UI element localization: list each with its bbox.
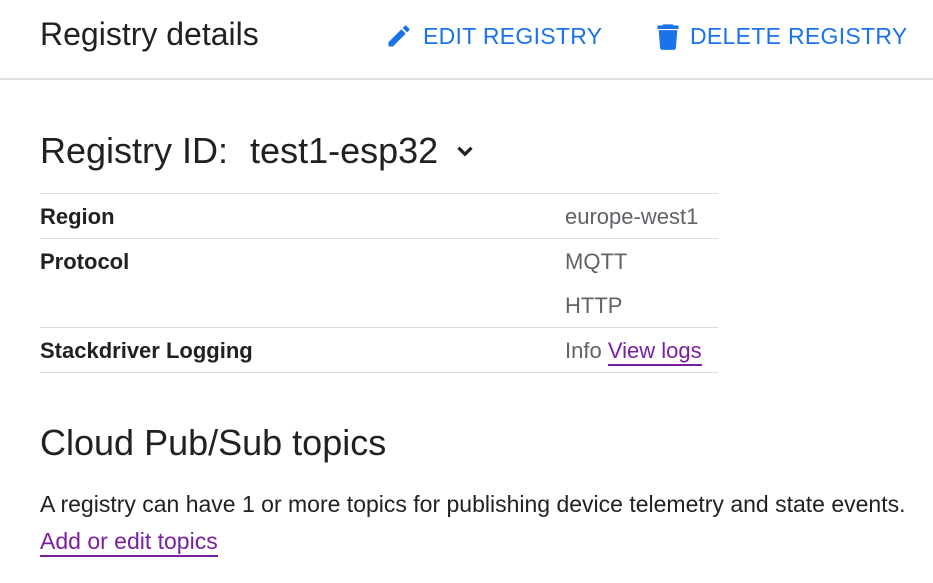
chevron-down-icon[interactable] — [452, 138, 478, 164]
pencil-icon — [385, 22, 413, 50]
table-row-protocol: Protocol MQTT HTTP — [40, 238, 718, 327]
registry-id-value: test1-esp32 — [250, 130, 439, 171]
region-label: Region — [40, 204, 115, 229]
edit-registry-button[interactable]: EDIT REGISTRY — [385, 18, 602, 54]
page-title: Registry details — [40, 16, 259, 52]
edit-registry-label: EDIT REGISTRY — [423, 22, 603, 49]
page-header: Registry details EDIT REGISTRY DELETE RE… — [0, 0, 933, 80]
pubsub-section-title: Cloud Pub/Sub topics — [40, 422, 387, 463]
add-edit-topics-link[interactable]: Add or edit topics — [40, 528, 218, 557]
registry-details-table: Region europe-west1 Protocol MQTT HTTP S… — [40, 193, 718, 373]
registry-details-page: Registry details EDIT REGISTRY DELETE RE… — [0, 0, 933, 583]
registry-id-heading: Registry ID: test1-esp32 — [40, 130, 478, 172]
delete-registry-button[interactable]: DELETE REGISTRY — [656, 18, 908, 54]
protocol-mqtt: MQTT — [565, 249, 628, 274]
logging-value: Info View logs — [565, 328, 718, 372]
delete-registry-label: DELETE REGISTRY — [690, 22, 908, 49]
table-row-region: Region europe-west1 — [40, 193, 718, 238]
region-value: europe-west1 — [565, 204, 699, 229]
logging-level: Info — [565, 338, 608, 363]
pubsub-description: A registry can have 1 or more topics for… — [40, 491, 906, 517]
logging-label: Stackdriver Logging — [40, 338, 253, 363]
protocol-label: Protocol — [40, 249, 130, 274]
trash-icon — [656, 22, 680, 50]
protocol-values: MQTT HTTP — [565, 239, 718, 327]
table-row-logging: Stackdriver Logging Info View logs — [40, 327, 718, 373]
registry-id-label: Registry ID: — [40, 130, 229, 171]
view-logs-link[interactable]: View logs — [607, 338, 702, 366]
